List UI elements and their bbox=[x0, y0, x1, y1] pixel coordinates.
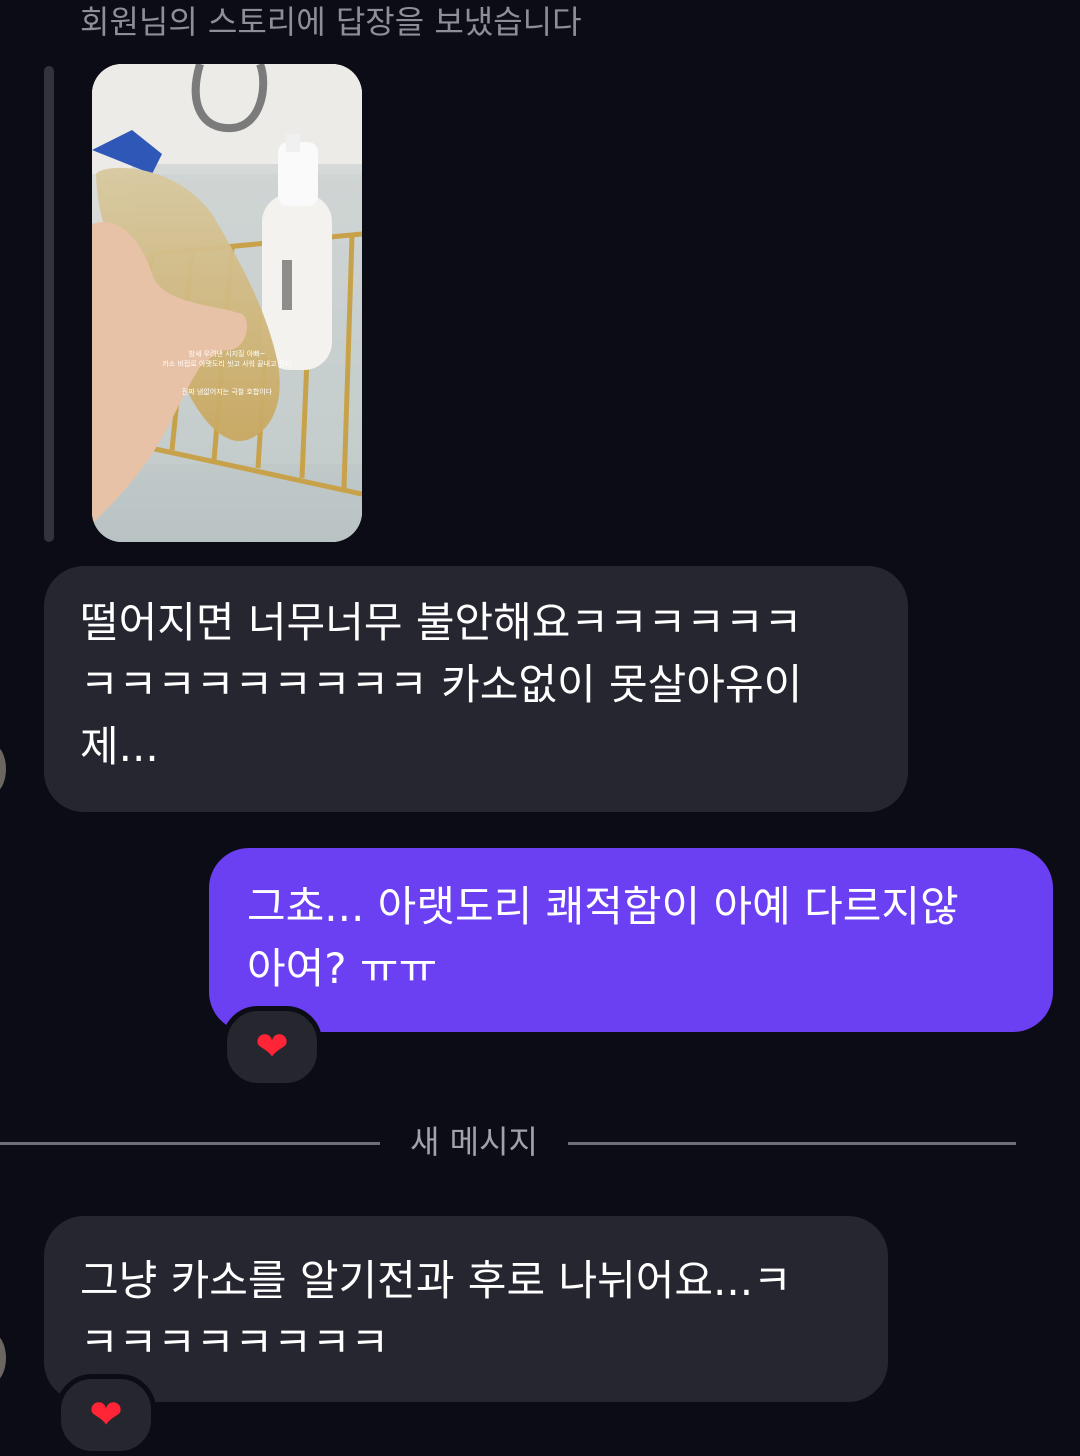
message-outgoing[interactable]: 그쵸... 아랫도리 쾌적함이 아예 다르지않 아여? ㅠㅠ bbox=[209, 848, 1053, 1032]
divider-line-right bbox=[568, 1142, 1016, 1145]
new-messages-label: 새 메시지 bbox=[410, 1123, 538, 1161]
sender-avatar[interactable] bbox=[0, 745, 6, 793]
message-incoming[interactable]: 그냥 카소를 알기전과 후로 나뉘어요...ㅋ ㅋㅋㅋㅋㅋㅋㅋㅋ bbox=[44, 1216, 888, 1402]
overlay-line-3: 진짜 냄없어지는 극찰 호합이다 bbox=[182, 387, 273, 396]
story-photo: 밤새 우려낸 시지질 아빠~ 카소 비접로 아랫도리 씻고 사워 끝내고 잔다 … bbox=[92, 64, 362, 542]
message-reaction[interactable]: ❤ bbox=[56, 1374, 156, 1456]
heart-icon: ❤ bbox=[89, 1392, 123, 1438]
story-thumbnail[interactable]: 밤새 우려낸 시지질 아빠~ 카소 비접로 아랫도리 씻고 사워 끝내고 잔다 … bbox=[92, 64, 362, 542]
story-reply-header: 회원님의 스토리에 답장을 보냈습니다 bbox=[80, 3, 582, 41]
message-incoming[interactable]: 떨어지면 너무너무 불안해요ㅋㅋㅋㅋㅋㅋ ㅋㅋㅋㅋㅋㅋㅋㅋㅋ 카소없이 못살아유… bbox=[44, 566, 908, 812]
heart-icon: ❤ bbox=[255, 1024, 289, 1070]
sender-avatar[interactable] bbox=[0, 1334, 6, 1382]
divider-line-left bbox=[0, 1142, 380, 1145]
message-reaction[interactable]: ❤ bbox=[222, 1006, 322, 1088]
reply-quote-bar bbox=[44, 66, 54, 542]
overlay-line-2: 카소 비접로 아랫도리 씻고 사워 끝내고 잔다 bbox=[162, 359, 292, 368]
overlay-line-1: 밤새 우려낸 시지질 아빠~ bbox=[189, 349, 266, 358]
